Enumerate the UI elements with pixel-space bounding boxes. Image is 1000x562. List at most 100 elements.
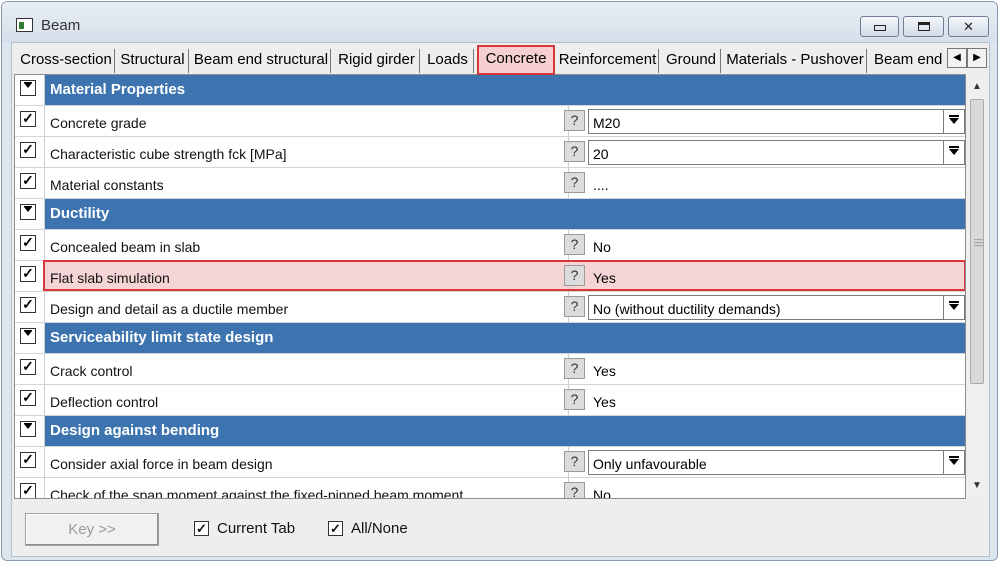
tab-scroll-right-button[interactable]: ▶ [967,48,987,68]
help-button[interactable]: ? [564,296,585,317]
vertical-scrollbar[interactable]: ▲ ― ― ― ▼ [968,79,986,494]
row-checkbox[interactable]: ✓ [20,235,36,251]
section-title: Design against bending [45,416,965,446]
chevron-down-icon[interactable] [943,296,964,319]
help-button[interactable]: ? [564,358,585,379]
tab-structural[interactable]: Structural [117,49,189,73]
key-button[interactable]: Key >> [25,513,159,546]
tab-concrete[interactable]: Concrete [477,45,555,75]
app-window-icon [16,18,33,32]
property-value: Yes [593,363,616,379]
chevron-down-icon[interactable] [943,451,964,474]
tab-strip: Cross-section Structural Beam end struct… [12,43,989,75]
tab-beam-end-truncated[interactable]: Beam end r [870,49,944,73]
property-label: Characteristic cube strength fck [MPa] [45,137,569,167]
row-checkbox[interactable]: ✓ [20,111,36,127]
flat-slab-value[interactable]: Yes [588,264,965,289]
row-checkbox[interactable]: ✓ [20,390,36,406]
property-label: Concealed beam in slab [45,230,569,260]
current-tab-label: Current Tab [217,520,296,537]
concrete-grade-select[interactable]: M20 [588,109,965,134]
help-button[interactable]: ? [564,482,585,498]
scrollbar-thumb[interactable]: ― ― ― [970,99,984,384]
row-check-cell: ✓ [15,261,45,291]
tab-rigid-girder[interactable]: Rigid girder [334,49,420,73]
fck-select[interactable]: 20 [588,140,965,165]
row-checkbox[interactable]: ✓ [20,483,36,498]
property-row-selected[interactable]: ✓ Flat slab simulation ? Yes [15,260,965,292]
minimize-icon [873,25,886,31]
chevron-down-icon[interactable] [943,141,964,164]
crack-control-value[interactable]: Yes [588,357,965,382]
property-value: Only unfavourable [593,456,707,472]
maximize-button[interactable] [903,16,944,37]
row-checkbox[interactable]: ✓ [20,359,36,375]
help-button[interactable]: ? [564,110,585,131]
material-constants-value[interactable]: .... [588,171,965,196]
section-toggle-cell [15,323,45,353]
help-button[interactable]: ? [564,234,585,255]
maximize-icon [917,22,930,31]
section-title: Serviceability limit state design [45,323,965,353]
checkbox-box[interactable]: ✓ [328,521,343,536]
section-collapse-toggle[interactable] [20,204,36,220]
chevron-down-icon[interactable] [943,110,964,133]
question-mark-icon: ? [570,267,579,283]
close-button[interactable]: ✕ [948,16,989,37]
span-moment-check-value[interactable]: No [588,481,965,498]
section-title: Ductility [45,199,965,229]
property-label: Deflection control [45,385,569,415]
question-mark-icon: ? [570,298,579,314]
help-button[interactable]: ? [564,389,585,410]
row-check-cell: ✓ [15,106,45,136]
tab-beam-end-structural[interactable]: Beam end structural [192,49,331,73]
concealed-beam-value[interactable]: No [588,233,965,258]
ductile-member-select[interactable]: No (without ductility demands) [588,295,965,320]
minimize-button[interactable] [860,16,899,37]
row-check-cell: ✓ [15,230,45,260]
beam-window: Beam ✕ Cross-section Structural Beam end… [1,1,998,561]
property-row: ✓ Check of the span moment against the f… [15,478,965,498]
tab-loads[interactable]: Loads [422,49,474,73]
question-mark-icon: ? [570,453,579,469]
property-label: Crack control [45,354,569,384]
property-value: .... [593,177,609,193]
section-ductility: Ductility [15,199,965,230]
question-mark-icon: ? [570,174,579,190]
property-value: No [593,239,611,255]
question-mark-icon: ? [570,143,579,159]
scroll-up-icon[interactable]: ▲ [968,79,986,95]
tab-scroll-left-button[interactable]: ◀ [947,48,967,68]
section-collapse-toggle[interactable] [20,421,36,437]
help-button[interactable]: ? [564,451,585,472]
right-arrow-icon: ▶ [973,52,981,63]
help-button[interactable]: ? [564,172,585,193]
question-mark-icon: ? [570,391,579,407]
row-check-cell: ✓ [15,478,45,498]
help-button[interactable]: ? [564,141,585,162]
section-collapse-toggle[interactable] [20,80,36,96]
row-checkbox[interactable]: ✓ [20,297,36,313]
checkbox-box[interactable]: ✓ [194,521,209,536]
help-button[interactable]: ? [564,265,585,286]
axial-force-select[interactable]: Only unfavourable [588,450,965,475]
dialog-footer: Key >> ✓ Current Tab ✓ All/None [12,503,989,557]
row-checkbox[interactable]: ✓ [20,173,36,189]
row-check-cell: ✓ [15,385,45,415]
tab-materials-pushover[interactable]: Materials - Pushover [724,49,867,73]
row-checkbox[interactable]: ✓ [20,142,36,158]
tab-cross-section[interactable]: Cross-section [18,49,115,73]
title-bar[interactable]: Beam ✕ [2,2,997,42]
section-toggle-cell [15,416,45,446]
question-mark-icon: ? [570,112,579,128]
deflection-control-value[interactable]: Yes [588,388,965,413]
tab-reinforcement[interactable]: Reinforcement [557,49,659,73]
window-title: Beam [41,17,81,34]
scroll-down-icon[interactable]: ▼ [968,478,986,494]
all-none-label: All/None [351,520,408,537]
row-checkbox[interactable]: ✓ [20,266,36,282]
tab-ground[interactable]: Ground [662,49,721,73]
row-checkbox[interactable]: ✓ [20,452,36,468]
section-collapse-toggle[interactable] [20,328,36,344]
property-label: Flat slab simulation [45,261,569,291]
